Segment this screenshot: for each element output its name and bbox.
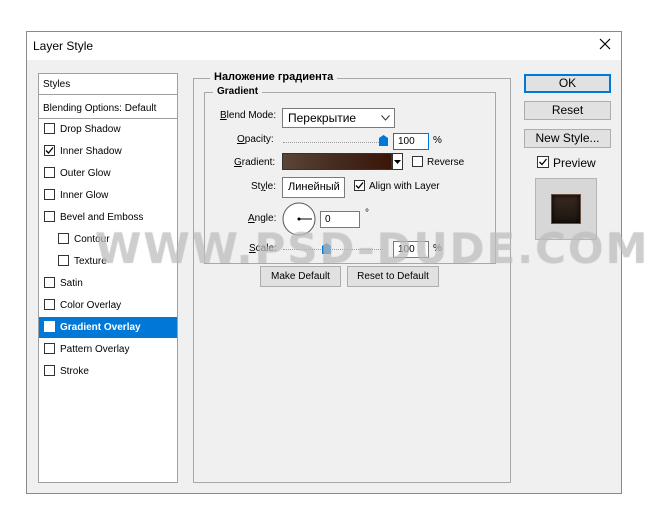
window-title: Layer Style [33,39,94,53]
preview-label: Preview [553,156,596,170]
style-checkbox[interactable] [44,364,55,376]
sidebar-item-stroke[interactable]: Stroke [39,361,177,382]
style-checkbox[interactable] [44,122,55,134]
check-icon [355,182,364,189]
opacity-unit: % [433,135,442,146]
preview-swatch [551,194,581,224]
styles-list: Styles Blending Options: Default Drop Sh… [38,73,178,483]
style-checkbox[interactable] [44,188,55,200]
sidebar-item-label: Gradient Overlay [60,322,141,333]
style-label: Style: [251,181,277,192]
panel-title: Наложение градиента [210,71,338,83]
sidebar-item-label: Satin [60,278,83,289]
align-with-layer-label: Align with Layer [369,181,440,192]
title-bar: Layer Style [27,32,621,60]
sidebar-item-label: Color Overlay [60,300,122,311]
gradient-overlay-panel: Наложение градиента Gradient Blend Mode:… [193,71,511,483]
reverse-checkbox[interactable] [412,156,423,167]
preview-checkbox[interactable] [537,156,549,168]
sidebar-item-label: Stroke [60,366,89,377]
sidebar-item-label: Drop Shadow [60,124,121,135]
gradient-swatch[interactable] [282,153,392,170]
blend-mode-value: Перекрытие [288,111,357,125]
sidebar-item-drop-shadow[interactable]: Drop Shadow [39,119,177,140]
gradient-label: Gradient: [234,157,276,168]
check-icon [45,146,54,154]
sidebar-item-satin[interactable]: Satin [39,273,177,294]
sidebar-item-pattern-overlay[interactable]: Pattern Overlay [39,339,177,360]
sidebar-item-label: Bevel and Emboss [60,212,144,223]
gradient-group-title: Gradient [213,86,263,97]
angle-unit: ° [365,208,369,219]
gradient-dropdown-button[interactable] [392,153,403,170]
sidebar-item-inner-glow[interactable]: Inner Glow [39,185,177,206]
new-style-button[interactable]: New Style... [524,129,611,148]
blend-mode-label: Blend Mode: [220,110,277,121]
opacity-label: Opacity: [237,134,274,145]
style-checkbox[interactable] [58,232,69,244]
style-checkbox[interactable] [44,320,55,332]
opacity-input[interactable]: 100 [393,133,429,150]
chevron-down-icon [394,160,401,164]
opacity-slider-thumb[interactable] [379,135,388,146]
ok-button[interactable]: OK [524,74,611,93]
sidebar-item-outer-glow[interactable]: Outer Glow [39,163,177,184]
sidebar-item-label: Inner Shadow [60,146,122,157]
reset-button[interactable]: Reset [524,101,611,120]
sidebar-item-inner-shadow[interactable]: Inner Shadow [39,141,177,162]
style-checkbox[interactable] [44,276,55,288]
close-icon[interactable] [597,36,613,52]
sidebar-item-label: Pattern Overlay [60,344,130,355]
styles-header[interactable]: Styles [39,74,177,95]
sidebar-item-label: Inner Glow [60,190,109,201]
blend-mode-select[interactable]: Перекрытие [282,108,395,128]
style-checkbox[interactable] [44,342,55,354]
style-checkbox[interactable] [44,210,55,222]
style-select[interactable]: Линейный [282,177,345,198]
sidebar-item-color-overlay[interactable]: Color Overlay [39,295,177,316]
check-icon [45,322,54,330]
watermark: WWW.PSD-DUDE.COM [95,224,650,273]
reverse-label: Reverse [427,157,465,168]
sidebar-item-gradient-overlay[interactable]: Gradient Overlay [39,317,177,338]
blending-options-item[interactable]: Blending Options: Default [39,98,177,119]
opacity-slider-track[interactable] [283,142,383,144]
style-value: Линейный [288,181,340,193]
style-checkbox[interactable] [44,298,55,310]
style-checkbox[interactable] [44,144,55,156]
sidebar-item-label: Outer Glow [60,168,111,179]
check-icon [539,158,548,166]
chevron-down-icon [381,115,390,121]
style-checkbox[interactable] [58,254,69,266]
angle-label: Angle: [248,213,277,224]
align-with-layer-checkbox[interactable] [354,180,365,191]
style-checkbox[interactable] [44,166,55,178]
